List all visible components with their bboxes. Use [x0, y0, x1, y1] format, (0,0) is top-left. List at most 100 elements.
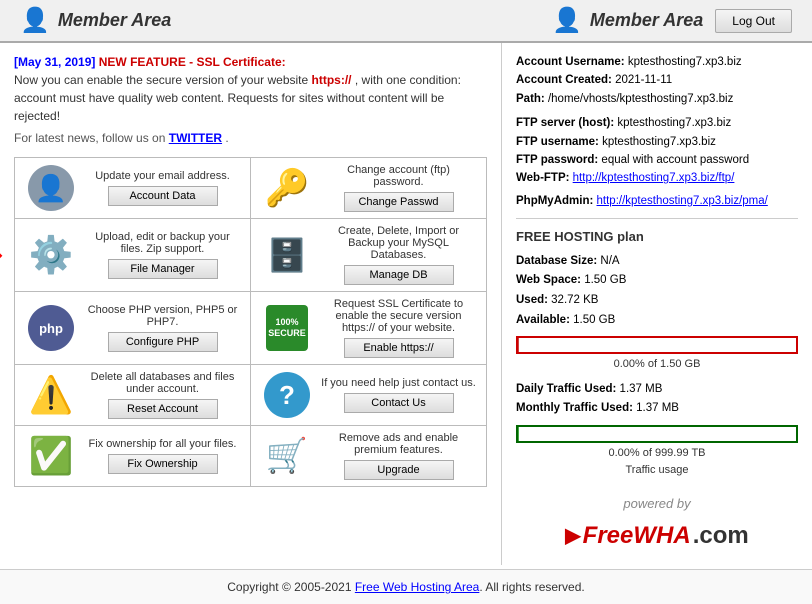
- twitter-prefix: For latest news, follow us on: [14, 131, 169, 145]
- storage-progress-container: 0.00% of 1.50 GB: [516, 336, 798, 374]
- contact-us-desc: If you need help just contact us.: [321, 377, 476, 389]
- account-username-label: Account Username:: [516, 56, 625, 68]
- reset-account-content: Delete all databases and files under acc…: [85, 371, 240, 419]
- cart-icon: 🛒: [261, 436, 313, 476]
- header-title-left: Member Area: [58, 10, 171, 31]
- logout-button[interactable]: Log Out: [715, 9, 792, 33]
- upgrade-content: Remove ads and enable premium features. …: [321, 432, 476, 480]
- manage-db-content: Create, Delete, Import or Backup your My…: [321, 225, 476, 285]
- phpmyadmin-row: PhpMyAdmin: http://kptesthosting7.xp3.bi…: [516, 192, 798, 210]
- menu-cell-change-passwd: 🔑 Change account (ftp) password. Change …: [251, 158, 486, 218]
- plan-db-val: N/A: [600, 255, 619, 267]
- top-header: 👤 Member Area 👤 Member Area Log Out: [0, 0, 812, 43]
- user-icon-right: 👤: [552, 6, 582, 35]
- powered-label: powered by: [623, 496, 690, 511]
- plan-used-val: 32.72 KB: [551, 294, 598, 306]
- announcement-feature: NEW FEATURE - SSL Certificate:: [99, 55, 286, 69]
- plan-title: FREE HOSTING plan: [516, 227, 798, 248]
- account-path-val: /home/vhosts/kptesthosting7.xp3.biz: [548, 93, 733, 105]
- traffic-progress-bar-fill: [518, 427, 519, 441]
- twitter-word[interactable]: TWITTER: [169, 131, 222, 145]
- gear-folder-icon: ⚙️: [25, 234, 77, 276]
- menu-row-1: 👤 Update your email address. Account Dat…: [15, 158, 486, 219]
- account-username: Account Username: kptesthosting7.xp3.biz: [516, 53, 798, 71]
- reset-account-button[interactable]: Reset Account: [108, 399, 218, 419]
- storage-progress-bar-fill: [518, 338, 519, 352]
- account-data-desc: Update your email address.: [95, 170, 230, 182]
- enable-https-button[interactable]: Enable https://: [344, 338, 454, 358]
- powered-by-text: powered by: [516, 494, 798, 515]
- traffic-progress-bar-bg: [516, 425, 798, 443]
- account-created: Account Created: 2021-11-11: [516, 71, 798, 89]
- webftp-link[interactable]: http://kptesthosting7.xp3.biz/ftp/: [573, 172, 735, 184]
- configure-php-content: Choose PHP version, PHP5 or PHP7. Config…: [85, 304, 240, 352]
- checkmark-icon: ✅: [25, 435, 77, 477]
- header-title-right: Member Area: [590, 10, 703, 31]
- plan-used: Used: 32.72 KB: [516, 291, 798, 311]
- footer-link[interactable]: Free Web Hosting Area: [355, 580, 480, 594]
- announcement: [May 31, 2019] NEW FEATURE - SSL Certifi…: [14, 53, 487, 147]
- menu-cell-reset-account: ⚠️ Delete all databases and files under …: [15, 365, 251, 425]
- change-passwd-button[interactable]: Change Passwd: [344, 192, 454, 212]
- red-arrow-indicator: ➡: [0, 239, 2, 272]
- right-panel: Account Username: kptesthosting7.xp3.biz…: [502, 43, 812, 565]
- menu-grid: 👤 Update your email address. Account Dat…: [14, 157, 487, 487]
- configure-php-button[interactable]: Configure PHP: [108, 332, 218, 352]
- plan-available-val: 1.50 GB: [573, 314, 615, 326]
- warning-icon: ⚠️: [25, 374, 77, 416]
- ftp-password-label: FTP password:: [516, 154, 598, 166]
- account-info: Account Username: kptesthosting7.xp3.biz…: [516, 53, 798, 188]
- traffic-sub-label: Traffic usage: [516, 462, 798, 480]
- webftp-label: Web-FTP:: [516, 172, 569, 184]
- header-logo-left: 👤 Member Area: [20, 6, 171, 35]
- daily-traffic-label: Daily Traffic Used:: [516, 383, 616, 395]
- menu-cell-enable-https: 100%SECURE Request SSL Certificate to en…: [251, 292, 486, 364]
- footer: Copyright © 2005-2021 Free Web Hosting A…: [0, 569, 812, 604]
- database-icon: 🗄️: [261, 236, 313, 274]
- plan-webspace-val: 1.50 GB: [584, 274, 626, 286]
- traffic-progress-container: 0.00% of 999.99 TB Traffic usage: [516, 425, 798, 480]
- main-content: [May 31, 2019] NEW FEATURE - SSL Certifi…: [0, 43, 812, 565]
- announcement-date: [May 31, 2019]: [14, 55, 95, 69]
- ftp-server: FTP server (host): kptesthosting7.xp3.bi…: [516, 114, 798, 132]
- file-manager-button[interactable]: File Manager: [108, 259, 218, 279]
- phpmyadmin-link[interactable]: http://kptesthosting7.xp3.biz/pma/: [597, 195, 768, 207]
- menu-cell-contact-us: ? If you need help just contact us. Cont…: [251, 365, 486, 425]
- contact-us-content: If you need help just contact us. Contac…: [321, 377, 476, 413]
- user-avatar-icon: 👤: [25, 165, 77, 211]
- announcement-title: [May 31, 2019] NEW FEATURE - SSL Certifi…: [14, 53, 487, 71]
- ssl-secure-icon: 100%SECURE: [261, 305, 313, 351]
- change-passwd-desc: Change account (ftp) password.: [321, 164, 476, 188]
- ftp-server-val: kptesthosting7.xp3.biz: [617, 117, 731, 129]
- phpmyadmin-label: PhpMyAdmin:: [516, 195, 593, 207]
- plan-db: Database Size: N/A: [516, 252, 798, 272]
- announcement-https: https://: [312, 73, 352, 87]
- announcement-twitter: For latest news, follow us on TWITTER .: [14, 129, 487, 147]
- fix-ownership-button[interactable]: Fix Ownership: [108, 454, 218, 474]
- contact-us-button[interactable]: Contact Us: [344, 393, 454, 413]
- manage-db-button[interactable]: Manage DB: [344, 265, 454, 285]
- monthly-traffic-label: Monthly Traffic Used:: [516, 402, 633, 414]
- file-manager-content: Upload, edit or backup your files. Zip s…: [85, 231, 240, 279]
- account-data-content: Update your email address. Account Data: [85, 170, 240, 206]
- webftp: Web-FTP: http://kptesthosting7.xp3.biz/f…: [516, 169, 798, 187]
- change-passwd-content: Change account (ftp) password. Change Pa…: [321, 164, 476, 212]
- monthly-traffic-val: 1.37 MB: [636, 402, 679, 414]
- traffic-daily: Daily Traffic Used: 1.37 MB Monthly Traf…: [516, 380, 798, 419]
- ftp-password-val: equal with account password: [601, 154, 749, 166]
- reset-account-desc: Delete all databases and files under acc…: [85, 371, 240, 395]
- fix-ownership-desc: Fix ownership for all your files.: [89, 438, 237, 450]
- daily-traffic-row: Daily Traffic Used: 1.37 MB: [516, 380, 798, 400]
- plan-webspace: Web Space: 1.50 GB: [516, 271, 798, 291]
- footer-copy: Copyright © 2005-2021: [227, 580, 355, 594]
- menu-cell-account-data: 👤 Update your email address. Account Dat…: [15, 158, 251, 218]
- account-data-button[interactable]: Account Data: [108, 186, 218, 206]
- menu-row-5: ✅ Fix ownership for all your files. Fix …: [15, 426, 486, 486]
- footer-suffix: . All rights reserved.: [479, 580, 584, 594]
- account-path: Path: /home/vhosts/kptesthosting7.xp3.bi…: [516, 90, 798, 108]
- upgrade-button[interactable]: Upgrade: [344, 460, 454, 480]
- header-logo-right: 👤 Member Area: [552, 6, 703, 35]
- plan-used-label: Used:: [516, 294, 548, 306]
- menu-cell-configure-php: php Choose PHP version, PHP5 or PHP7. Co…: [15, 292, 251, 364]
- announcement-body: Now you can enable the secure version of…: [14, 71, 487, 125]
